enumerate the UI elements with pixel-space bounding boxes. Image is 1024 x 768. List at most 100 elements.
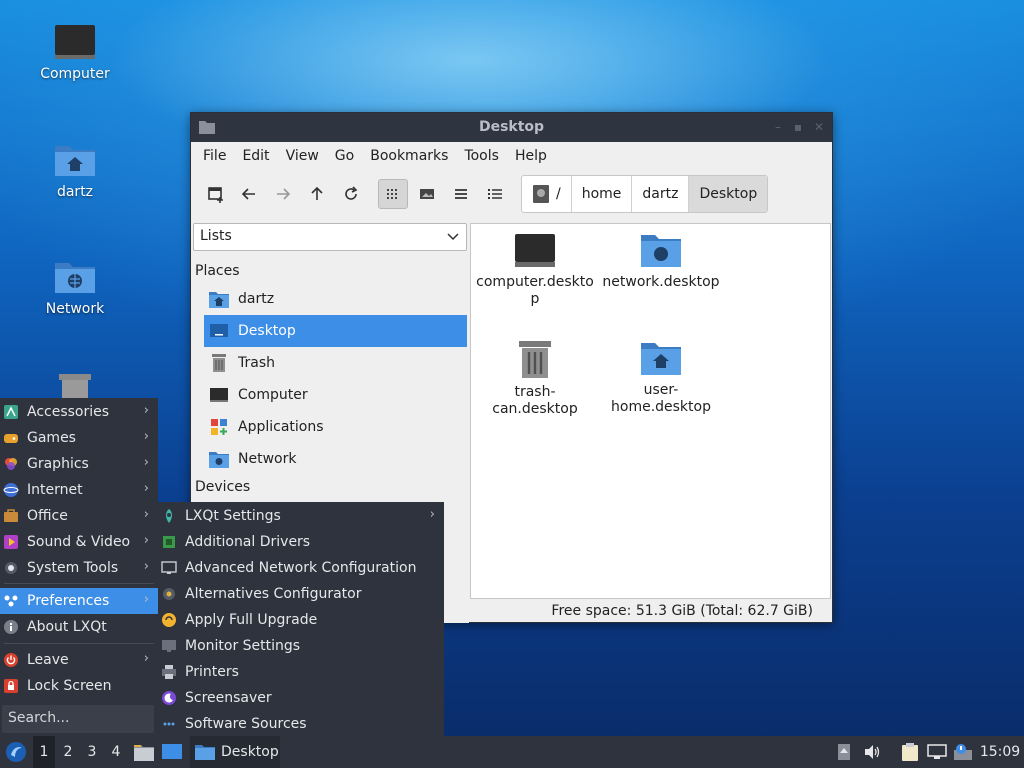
menu-graphics[interactable]: Graphics › [0,451,158,477]
side-pane-mode-select[interactable]: Lists [193,223,467,251]
menu-accessories[interactable]: Accessories › [0,399,158,425]
menu-office[interactable]: Office › [0,503,158,529]
place-desktop[interactable]: Desktop [204,315,467,347]
show-desktop-button[interactable] [159,736,185,768]
submenu-additional-drivers[interactable]: Additional Drivers [158,529,444,555]
place-dartz[interactable]: dartz [204,283,467,315]
submenu-alternatives-configurator[interactable]: Alternatives Configurator [158,581,444,607]
submenu-screensaver[interactable]: Screensaver [158,685,444,711]
network-monitor-icon [160,559,178,577]
monitor-icon [160,637,178,655]
chevron-right-icon: › [143,533,149,548]
workspace-2[interactable]: 2 [57,736,79,768]
computer-icon [515,234,555,267]
desktop-icon-computer[interactable]: Computer [25,22,125,82]
submenu-lxqt-settings[interactable]: LXQt Settings › [158,503,444,529]
tray-clipboard[interactable] [897,736,923,768]
close-icon[interactable]: ✕ [812,120,826,134]
submenu-label: Advanced Network Configuration [185,560,417,576]
task-desktop[interactable]: Desktop [190,736,280,768]
window-titlebar[interactable]: Desktop – ▪ ✕ [191,113,832,142]
menu-search-input[interactable]: Search... [2,705,154,733]
thumbnail-view-button[interactable] [412,179,442,209]
file-name: network.desktop [602,274,720,290]
new-tab-button[interactable] [201,179,231,209]
forward-button[interactable] [268,179,298,209]
file-item[interactable]: trash- can.desktop [471,340,599,418]
menu-label: Graphics [27,456,89,472]
tray-volume[interactable] [860,736,884,768]
menu-label: System Tools [27,560,119,576]
reload-button[interactable] [336,179,366,209]
tray-network[interactable] [925,736,949,768]
menu-file[interactable]: File [195,148,234,164]
menu-label: Preferences [27,593,110,609]
menu-tools[interactable]: Tools [456,148,507,164]
workspace-4[interactable]: 4 [105,736,127,768]
place-network[interactable]: Network [204,443,467,475]
submenu-printers[interactable]: Printers [158,659,444,685]
menu-go[interactable]: Go [327,148,362,164]
place-label: Desktop [238,323,296,339]
up-button[interactable] [302,179,332,209]
submenu-monitor-settings[interactable]: Monitor Settings [158,633,444,659]
place-computer[interactable]: Computer [204,379,467,411]
menu-view[interactable]: View [278,148,327,164]
tray-updates[interactable] [951,736,975,768]
desktop-icon-network[interactable]: Network [25,257,125,317]
menu-bookmarks[interactable]: Bookmarks [362,148,456,164]
detailed-view-button[interactable] [480,179,510,209]
tray-eject[interactable] [833,736,855,768]
submenu-advanced-network-configuration[interactable]: Advanced Network Configuration [158,555,444,581]
submenu-label: LXQt Settings [185,508,281,524]
maximize-icon[interactable]: ▪ [791,120,805,134]
back-button[interactable] [234,179,264,209]
menu-internet[interactable]: Internet › [0,477,158,503]
new-tab-icon [208,187,223,203]
menu-system-tools[interactable]: System Tools › [0,555,158,581]
menu-edit[interactable]: Edit [234,148,277,164]
preferences-icon [2,592,20,610]
window-title: Desktop [478,119,545,135]
detail-list-icon [488,189,502,199]
breadcrumb-desktop[interactable]: Desktop [689,176,768,212]
place-label: Computer [238,387,308,403]
menu-preferences[interactable]: Preferences › [0,588,158,614]
submenu-software-sources[interactable]: Software Sources [158,711,444,737]
main-menu-button[interactable] [0,736,32,768]
application-menu: Accessories › Games › Graphics › Internet › … [0,398,158,736]
settings-icon [160,507,178,525]
breadcrumb-home[interactable]: home [572,176,633,212]
workspace-1[interactable]: 1 [33,736,55,768]
menu-about-lxqt[interactable]: About LXQt [0,614,158,640]
desktop-icon-dartz[interactable]: dartz [25,140,125,200]
submenu-label: Additional Drivers [185,534,311,550]
place-trash[interactable]: Trash [204,347,467,379]
toolbar: / home dartz Desktop [191,170,832,216]
breadcrumb-root[interactable]: / [522,176,572,212]
arrow-up-icon [311,186,323,200]
software-sources-icon [160,715,178,733]
menu-games[interactable]: Games › [0,425,158,451]
update-notifier-icon [954,744,972,760]
file-item[interactable]: network.desktop [597,232,725,291]
icon-view-button[interactable] [378,179,408,209]
workspace-3[interactable]: 3 [81,736,103,768]
desktop-icon [208,320,230,342]
minimize-icon[interactable]: – [771,120,785,134]
menu-leave[interactable]: Leave › [0,647,158,673]
graphics-icon [2,455,20,473]
compact-view-button[interactable] [446,179,476,209]
breadcrumb-dartz[interactable]: dartz [632,176,690,212]
file-manager-launcher[interactable] [131,736,157,768]
menu-lock-screen[interactable]: Lock Screen [0,673,158,699]
breadcrumb: / home dartz Desktop [521,175,769,213]
submenu-apply-full-upgrade[interactable]: Apply Full Upgrade [158,607,444,633]
place-applications[interactable]: Applications [204,411,467,443]
menu-help[interactable]: Help [507,148,555,164]
file-item[interactable]: user- home.desktop [597,340,725,416]
file-item[interactable]: computer.deskto p [471,232,599,308]
network-folder-icon [55,263,95,293]
clock[interactable]: 15:09 [976,736,1024,768]
menu-sound-video[interactable]: Sound & Video › [0,529,158,555]
